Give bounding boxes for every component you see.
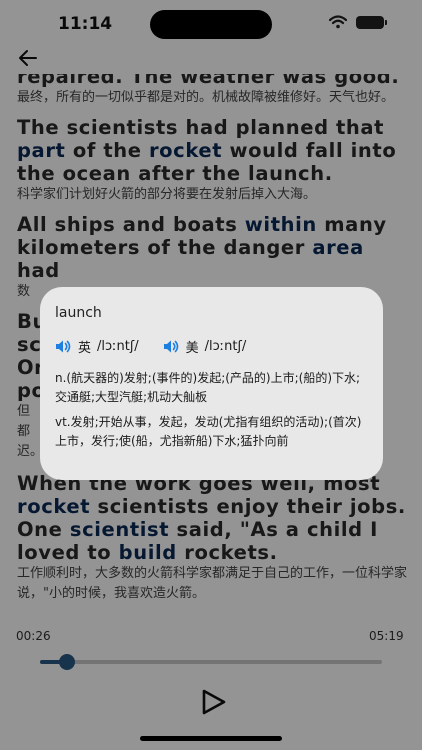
speaker-icon[interactable]: [55, 339, 72, 354]
us-label: 美: [185, 340, 199, 356]
us-ipa: /lɔːntʃ/: [204, 338, 247, 354]
pronunciation-row: 英 /lɔːntʃ/ 美 /lɔːntʃ/: [55, 337, 369, 356]
definition-noun: n.(航天器的)发射;(事件的)发起;(产品的)上市;(船的)下水;交通艇;大型…: [55, 371, 361, 404]
dictionary-popup: launch 英 /lɔːntʃ/ 美 /lɔːntʃ/ n.(航天器的)发射;…: [40, 287, 383, 480]
uk-label: 英: [78, 340, 92, 356]
uk-pronunciation[interactable]: 英 /lɔːntʃ/: [55, 337, 139, 356]
definition-list: n.(航天器的)发射;(事件的)发起;(产品的)上市;(船的)下水;交通艇;大型…: [55, 369, 369, 451]
definition-verb: vt.发射;开始从事，发起，发动(尤指有组织的活动);(首次)上市，发行;使(船…: [55, 415, 362, 448]
us-pronunciation[interactable]: 美 /lɔːntʃ/: [163, 337, 247, 356]
uk-ipa: /lɔːntʃ/: [97, 338, 139, 354]
headword: launch: [55, 305, 102, 321]
speaker-icon[interactable]: [163, 339, 180, 354]
